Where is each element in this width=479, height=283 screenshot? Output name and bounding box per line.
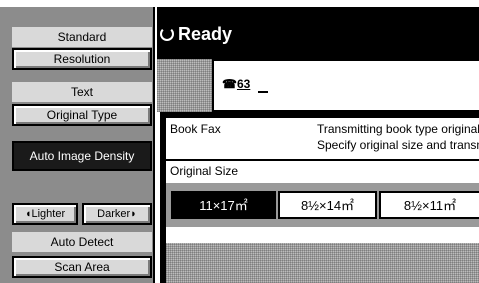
resolution-button[interactable]: Resolution xyxy=(12,48,152,70)
fax-screen: Standard Resolution Text Original Type A… xyxy=(0,0,479,283)
lighter-button-label: Lighter xyxy=(31,208,66,220)
original-type-button[interactable]: Original Type xyxy=(12,104,152,126)
dialog-description-line1: Transmitting book type original xyxy=(317,122,479,136)
status-text: Ready xyxy=(178,24,233,44)
size-option-8.5x11[interactable]: 8½×11㎡ xyxy=(379,191,479,219)
ready-icon xyxy=(160,27,174,41)
text-label: Text xyxy=(12,82,152,102)
right-arrow-icon: ◗ xyxy=(130,208,137,220)
left-arrow-icon: ◖ xyxy=(24,208,32,220)
original-size-label: Original Size xyxy=(170,164,239,178)
top-bar xyxy=(0,0,479,7)
standard-label: Standard xyxy=(12,27,152,47)
auto-detect-label: Auto Detect xyxy=(12,232,152,252)
lighter-button[interactable]: ◖Lighter xyxy=(12,203,78,225)
status-ready: Ready xyxy=(160,24,232,45)
darker-button-label: Darker xyxy=(97,208,131,220)
pattern-strip xyxy=(157,59,212,112)
dialog-title: Book Fax xyxy=(170,122,221,136)
size-option-8.5x14[interactable]: 8½×14㎡ xyxy=(278,191,377,219)
auto-image-density-button[interactable]: Auto Image Density xyxy=(12,141,152,171)
dialog-description-line2: Specify original size and transm xyxy=(317,138,479,152)
darker-button[interactable]: Darker◗ xyxy=(82,203,152,225)
line-number: 63 xyxy=(236,77,251,91)
dialog-bottom-area xyxy=(166,243,479,283)
size-option-11x17[interactable]: 11×17㎡ xyxy=(171,191,276,219)
destination-field[interactable] xyxy=(212,59,479,112)
scan-area-button[interactable]: Scan Area xyxy=(12,256,152,278)
line-indicator: ☎63 xyxy=(222,77,250,91)
phone-icon: ☎ xyxy=(222,77,237,91)
input-cursor xyxy=(258,91,268,93)
